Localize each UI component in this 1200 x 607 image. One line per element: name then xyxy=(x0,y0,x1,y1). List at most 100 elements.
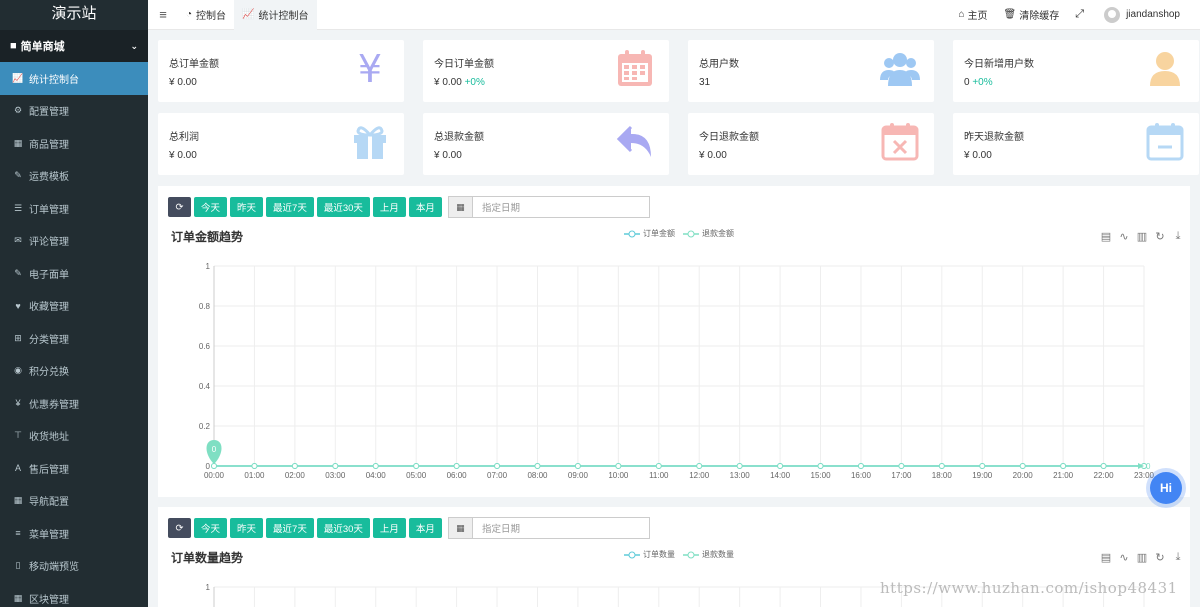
trash-icon: 🗑 xyxy=(1003,9,1017,20)
sidebar-item[interactable]: ¥ 优惠券管理 xyxy=(0,387,148,420)
reply-icon xyxy=(616,125,651,157)
stat-value: ¥ 0.00 xyxy=(169,150,197,161)
sign-icon: ⊤ xyxy=(14,430,22,441)
calendar-icon xyxy=(618,50,652,86)
stat-value-row: ¥ 0.00 xyxy=(169,77,197,88)
data-point[interactable] xyxy=(979,463,986,469)
mobile-icon: ▯ xyxy=(15,560,21,571)
x-tick-label: 17:00 xyxy=(891,471,912,480)
stat-label: 总利润 xyxy=(169,132,199,143)
tab-dashboard[interactable]: ◔ 控制台 xyxy=(178,0,234,30)
sidebar-group-shop[interactable]: ■ 简单商城 ⌄ xyxy=(0,30,148,62)
x-tick-label: 07:00 xyxy=(487,471,508,480)
sidebar-item[interactable]: ✎ 运费模板 xyxy=(0,160,148,193)
data-point[interactable] xyxy=(696,463,703,469)
sitemap-icon: ⊞ xyxy=(14,332,22,343)
x-tick-label: 15:00 xyxy=(811,471,832,480)
sidebar-item-label: 售后管理 xyxy=(29,464,69,476)
chart-line-icon: 📈 xyxy=(12,72,24,83)
sidebar-item[interactable]: ▯ 移动端预览 xyxy=(0,550,148,583)
chart-line-icon: 📈 xyxy=(242,9,255,20)
sidebar-item[interactable]: A 售后管理 xyxy=(0,452,148,485)
sidebar: 演示站 ■ 简单商城 ⌄ 📈 统计控制台 ⚙ 配置管理 ▦ 商品管理 ✎ 运费模板 ☰ 订单管理 ✉… xyxy=(0,0,148,607)
sidebar-item[interactable]: 📈 统计控制台 xyxy=(0,62,148,95)
calendar-minus-icon xyxy=(1146,123,1184,161)
edit-icon: ✎ xyxy=(14,170,22,181)
app-logo[interactable]: 演示站 xyxy=(0,0,148,30)
sidebar-item-label: 电子面单 xyxy=(29,269,69,281)
sidebar-item[interactable]: ⊤ 收货地址 xyxy=(0,420,148,453)
sidebar-item[interactable]: ▦ 导航配置 xyxy=(0,485,148,518)
sidebar-item[interactable]: ✎ 电子面单 xyxy=(0,257,148,290)
sidebar-item[interactable]: ⚙ 配置管理 xyxy=(0,95,148,128)
chat-float-button[interactable]: Hi xyxy=(1150,472,1182,504)
clear-cache-button[interactable]: 🗑 清除缓存 xyxy=(996,7,1068,22)
calendar-times-icon xyxy=(881,123,919,161)
sidebar-item[interactable]: ✉ 评论管理 xyxy=(0,225,148,258)
data-point[interactable] xyxy=(413,463,420,469)
data-point[interactable] xyxy=(332,463,339,469)
data-point[interactable] xyxy=(574,463,581,469)
data-point[interactable] xyxy=(898,463,905,469)
data-point[interactable] xyxy=(817,463,824,469)
data-point[interactable] xyxy=(1060,463,1067,469)
data-point[interactable] xyxy=(857,463,864,469)
tab-statistics[interactable]: 📈 统计控制台 xyxy=(234,0,317,30)
stat-card: 总订单金额 ¥ 0.00 ¥ xyxy=(158,40,404,102)
data-point[interactable] xyxy=(655,463,662,469)
x-tick-label: 18:00 xyxy=(932,471,953,480)
x-tick-label: 00:00 xyxy=(204,471,225,480)
data-point[interactable] xyxy=(291,463,298,469)
data-point[interactable] xyxy=(494,463,501,469)
sidebar-item-label: 菜单管理 xyxy=(29,529,69,541)
home-icon: ⌂ xyxy=(958,9,965,20)
fullscreen-icon[interactable]: ⤢ xyxy=(1067,8,1092,21)
menu-toggle-icon[interactable]: ≡ xyxy=(148,7,178,22)
data-point[interactable] xyxy=(1019,463,1026,469)
data-point[interactable] xyxy=(1100,463,1107,469)
stat-value: ¥ 0.00 xyxy=(434,77,462,88)
data-point[interactable] xyxy=(736,463,743,469)
data-point[interactable] xyxy=(615,463,622,469)
sidebar-item[interactable]: ◉ 积分兑换 xyxy=(0,355,148,388)
sidebar-item-label: 订单管理 xyxy=(29,204,69,216)
stat-label: 今日新增用户数 xyxy=(964,59,1034,70)
stat-card: 总利润 ¥ 0.00 xyxy=(158,113,404,175)
sidebar-item[interactable]: ⊞ 分类管理 xyxy=(0,322,148,355)
data-point[interactable] xyxy=(938,463,945,469)
stat-value-row: ¥ 0.00 xyxy=(964,150,992,161)
sidebar-item[interactable]: ▦ 商品管理 xyxy=(0,127,148,160)
sidebar-item-label: 分类管理 xyxy=(29,334,69,346)
home-link[interactable]: ⌂ 主页 xyxy=(951,7,996,22)
sidebar-item[interactable]: ≡ 菜单管理 xyxy=(0,517,148,550)
clear-cache-label: 清除缓存 xyxy=(1019,11,1060,22)
y-tick-label: 0.8 xyxy=(199,302,211,311)
data-point[interactable] xyxy=(251,463,258,469)
data-point[interactable] xyxy=(211,463,217,469)
x-tick-label: 04:00 xyxy=(366,471,387,480)
stat-value-row: 31 xyxy=(699,77,710,88)
store-icon: ▦ xyxy=(13,137,23,148)
x-tick-label: 08:00 xyxy=(527,471,548,480)
sidebar-item[interactable]: ♥ 收藏管理 xyxy=(0,290,148,323)
stat-value-row: 0 +0% xyxy=(964,77,993,88)
x-tick-label: 09:00 xyxy=(568,471,589,480)
stat-label: 昨天退款金额 xyxy=(964,132,1024,143)
y-tick-label: 0.6 xyxy=(199,342,211,351)
user-icon xyxy=(1150,52,1180,86)
stat-value-row: ¥ 0.00 xyxy=(434,150,462,161)
sidebar-item[interactable]: ☰ 订单管理 xyxy=(0,192,148,225)
blocks-icon: ▦ xyxy=(13,592,23,603)
data-point[interactable] xyxy=(453,463,460,469)
bars-icon: ≡ xyxy=(15,528,21,539)
data-point[interactable] xyxy=(534,463,541,469)
data-point[interactable] xyxy=(777,463,784,469)
sidebar-item[interactable]: ▦ 区块管理 xyxy=(0,582,148,607)
user-menu[interactable]: jiandanshop xyxy=(1092,6,1200,23)
data-point[interactable] xyxy=(372,463,379,469)
stat-card: 今日新增用户数 0 +0% xyxy=(953,40,1199,102)
stat-label: 总退款金额 xyxy=(434,132,484,143)
gift-icon xyxy=(354,126,386,159)
list-icon: ☰ xyxy=(13,202,23,213)
x-tick-label: 19:00 xyxy=(972,471,993,480)
